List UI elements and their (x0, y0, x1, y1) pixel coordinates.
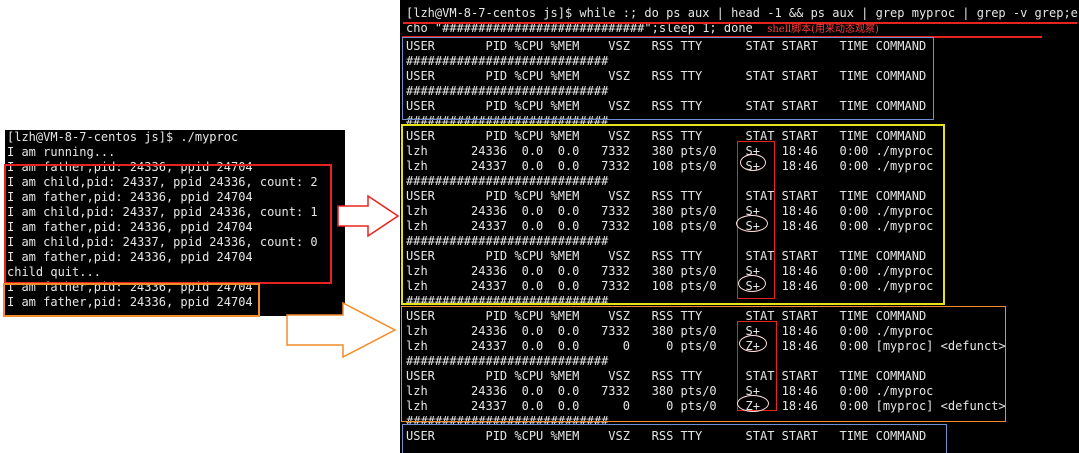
orange-arrow-icon (286, 301, 397, 359)
annotation-arrows (286, 194, 400, 359)
red-arrow-icon (337, 194, 400, 238)
